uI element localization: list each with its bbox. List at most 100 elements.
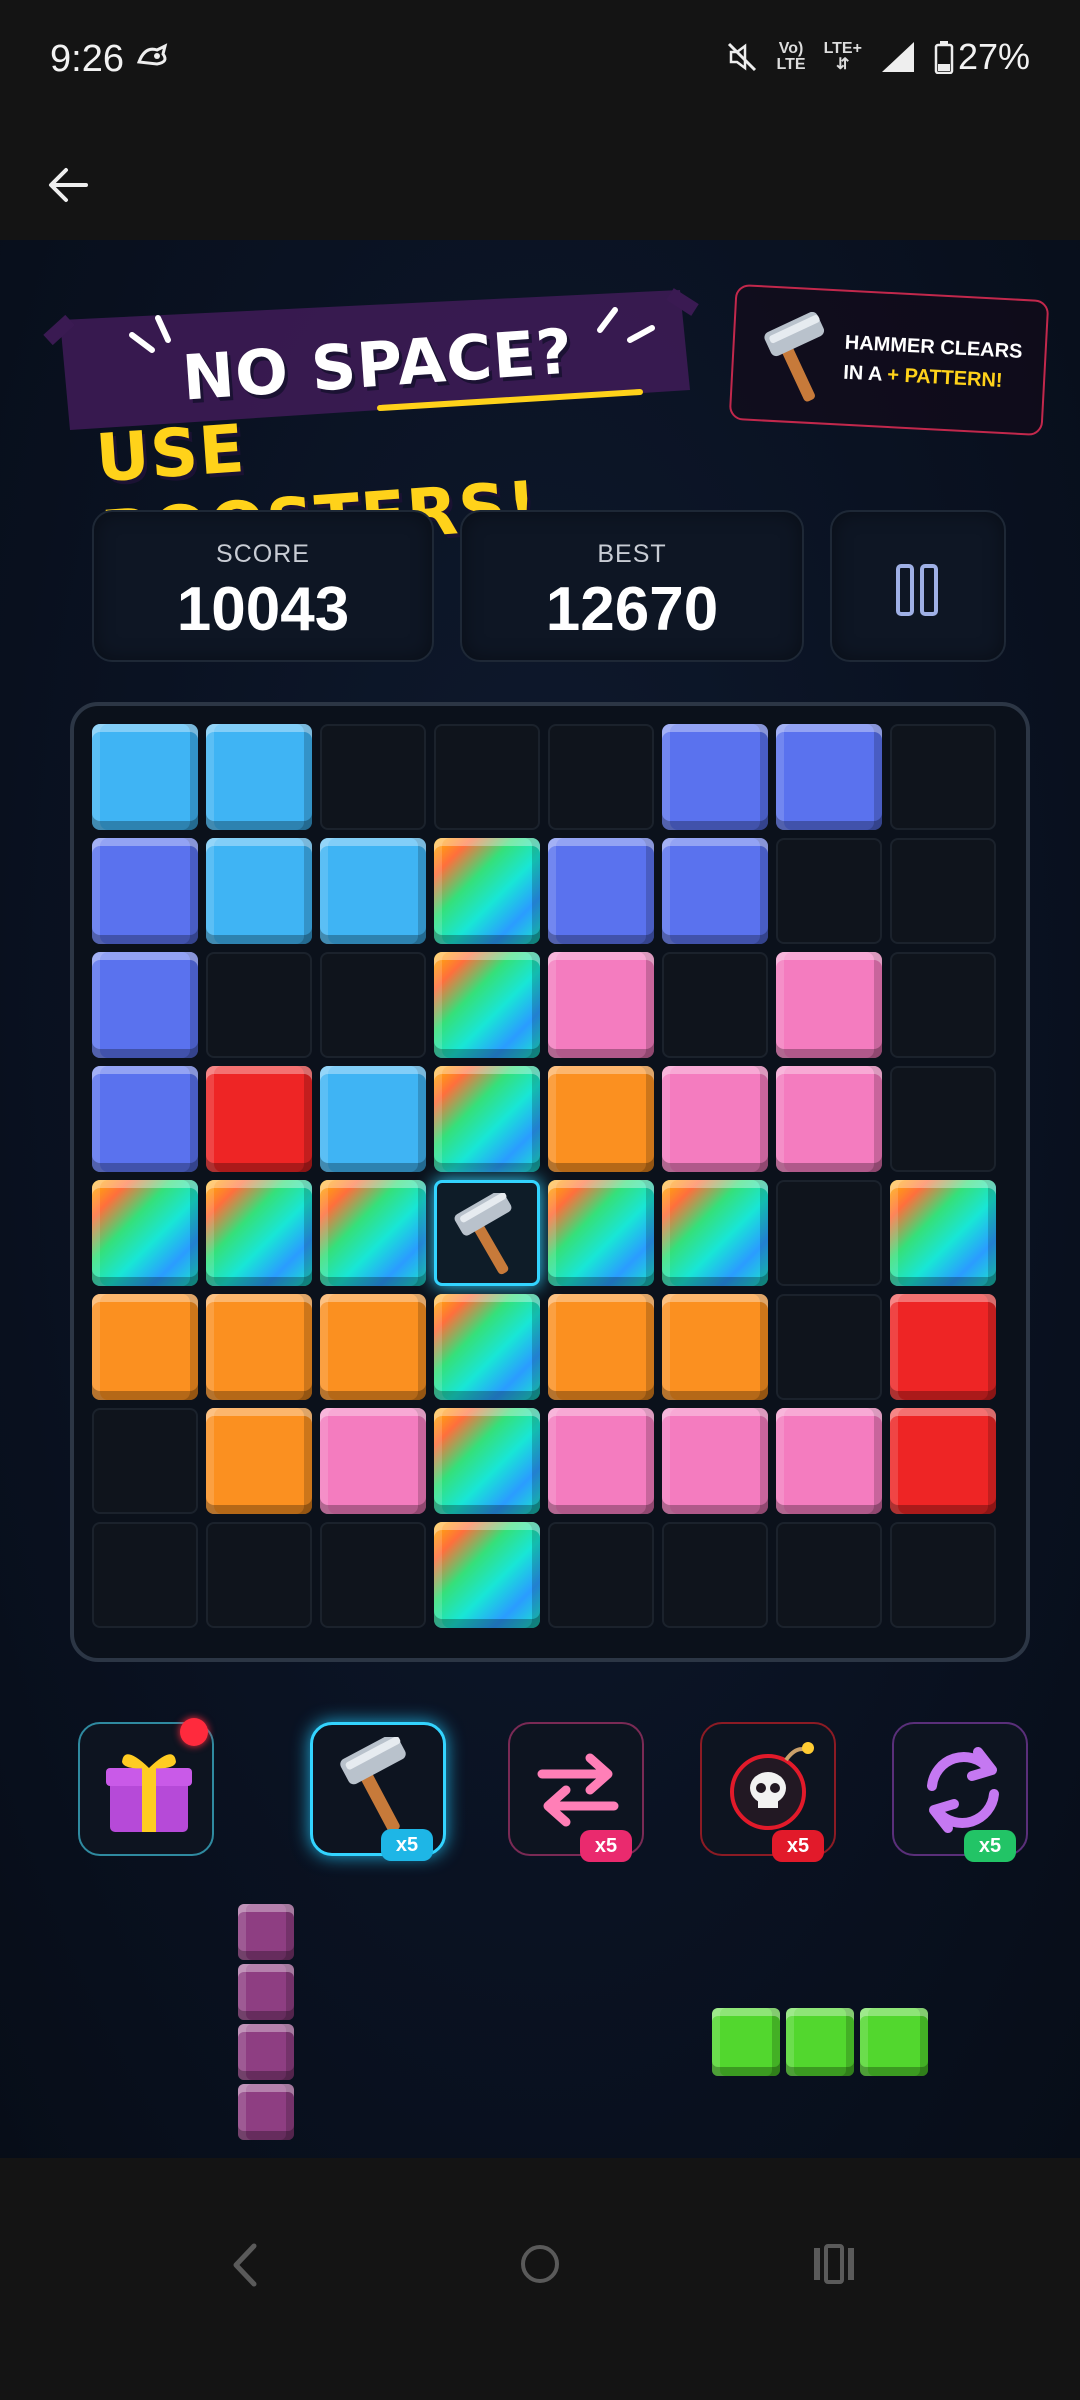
board-cell-empty[interactable] xyxy=(206,1522,312,1628)
board-cell-blue[interactable] xyxy=(92,1066,198,1172)
board-cell-empty[interactable] xyxy=(890,838,996,944)
board-cell-rainbow[interactable] xyxy=(320,1180,426,1286)
board-cell-orange[interactable] xyxy=(548,1066,654,1172)
board-cell-rainbow[interactable] xyxy=(434,1294,540,1400)
refresh-count-badge: x5 xyxy=(964,1830,1016,1862)
status-bar: 9:26 Vo) LTE LTE+ ⇵ 27% xyxy=(0,0,1080,125)
board-cell-pink[interactable] xyxy=(662,1066,768,1172)
board-cell-blue[interactable] xyxy=(92,952,198,1058)
board-cell-rainbow[interactable] xyxy=(434,838,540,944)
board-cell-rainbow[interactable] xyxy=(206,1180,312,1286)
board-cell-empty[interactable] xyxy=(890,1522,996,1628)
battery-indicator: 27% xyxy=(934,36,1030,78)
board-cell-blue[interactable] xyxy=(662,724,768,830)
skull-bomb-icon xyxy=(730,1742,814,1830)
swap-booster[interactable]: x5 xyxy=(508,1722,644,1862)
board-cell-empty[interactable] xyxy=(662,1522,768,1628)
board-cell-red[interactable] xyxy=(890,1408,996,1514)
promo-banner: NO SPACE? USE BOOSTERS! xyxy=(40,280,699,574)
gift-booster[interactable] xyxy=(78,1718,214,1856)
hammer-count-badge: x5 xyxy=(381,1829,433,1861)
board-cell-cyan[interactable] xyxy=(206,724,312,830)
board-cell-empty[interactable] xyxy=(890,952,996,1058)
board-cell-empty[interactable] xyxy=(776,1522,882,1628)
board-cell-rainbow[interactable] xyxy=(548,1180,654,1286)
nav-recents-icon[interactable] xyxy=(812,2244,856,2284)
board-cell-blue[interactable] xyxy=(548,838,654,944)
board-cell-pink[interactable] xyxy=(776,952,882,1058)
board-cell-orange[interactable] xyxy=(548,1294,654,1400)
piece-block xyxy=(786,2008,854,2076)
board-cell-pink[interactable] xyxy=(662,1408,768,1514)
score-card: SCORE 10043 xyxy=(92,510,434,662)
notification-app-icon xyxy=(136,43,168,66)
board-cell-pink[interactable] xyxy=(548,1408,654,1514)
best-value: 12670 xyxy=(545,575,719,644)
board-cell-rainbow[interactable] xyxy=(662,1180,768,1286)
board-cell-orange[interactable] xyxy=(206,1408,312,1514)
board-cell-orange[interactable] xyxy=(92,1294,198,1400)
tip-line-2-highlight: + PATTERN! xyxy=(886,363,1004,392)
board-cell-empty[interactable] xyxy=(320,1522,426,1628)
board-cell-empty[interactable] xyxy=(776,1180,882,1286)
board-cell-rainbow[interactable] xyxy=(434,952,540,1058)
hammer-icon xyxy=(340,1737,406,1833)
board-cell-cyan[interactable] xyxy=(320,838,426,944)
game-area: NO SPACE? USE BOOSTERS! HAMMER CLEARS IN… xyxy=(0,240,1080,2158)
game-board[interactable] xyxy=(70,702,1030,1662)
board-cell-pink[interactable] xyxy=(548,952,654,1058)
refresh-booster[interactable]: x5 xyxy=(892,1722,1028,1862)
bomb-booster[interactable]: x5 xyxy=(700,1722,836,1862)
board-cell-empty[interactable] xyxy=(890,724,996,830)
board-cell-empty[interactable] xyxy=(206,952,312,1058)
board-cell-cyan[interactable] xyxy=(206,838,312,944)
hammer-icon xyxy=(764,311,825,402)
board-cell-rainbow[interactable] xyxy=(890,1180,996,1286)
board-cell-empty[interactable] xyxy=(776,838,882,944)
best-label: BEST xyxy=(597,540,667,568)
board-cell-pink[interactable] xyxy=(776,1066,882,1172)
board-cell-blue[interactable] xyxy=(662,838,768,944)
board-cell-empty[interactable] xyxy=(320,952,426,1058)
volte-label: Vo) xyxy=(778,40,804,57)
battery-icon xyxy=(934,41,954,74)
board-cell-empty[interactable] xyxy=(890,1066,996,1172)
board-cell-blue[interactable] xyxy=(776,724,882,830)
data-arrows-icon: ⇵ xyxy=(836,56,850,73)
board-cell-blue[interactable] xyxy=(92,838,198,944)
board-cell-rainbow[interactable] xyxy=(92,1180,198,1286)
board-cell-empty[interactable] xyxy=(776,1294,882,1400)
board-cell-pink[interactable] xyxy=(320,1408,426,1514)
piece-block xyxy=(238,1904,294,1960)
board-cell-pink[interactable] xyxy=(776,1408,882,1514)
hammer-booster[interactable]: x5 xyxy=(310,1722,446,1861)
board-cell-empty[interactable] xyxy=(548,1522,654,1628)
board-cell-empty[interactable] xyxy=(92,1522,198,1628)
board-cell-red[interactable] xyxy=(890,1294,996,1400)
board-cell-rainbow[interactable] xyxy=(434,1522,540,1628)
nav-home-icon[interactable] xyxy=(518,2242,562,2286)
board-cell-empty[interactable] xyxy=(548,724,654,830)
board-cell-red[interactable] xyxy=(206,1066,312,1172)
board-cell-empty[interactable] xyxy=(92,1408,198,1514)
board-cell-cyan[interactable] xyxy=(320,1066,426,1172)
board-cell-orange[interactable] xyxy=(662,1294,768,1400)
tip-text: HAMMER CLEARS IN A + PATTERN! xyxy=(842,328,1023,397)
board-cell-empty[interactable] xyxy=(434,724,540,830)
board-cell-hammer-target[interactable] xyxy=(434,1180,540,1286)
volte-indicator: Vo) LTE xyxy=(777,41,806,73)
board-cell-orange[interactable] xyxy=(320,1294,426,1400)
signal-icon xyxy=(881,42,914,72)
back-arrow-icon[interactable] xyxy=(46,165,90,205)
board-cell-empty[interactable] xyxy=(320,724,426,830)
score-label: SCORE xyxy=(216,540,310,568)
board-cell-empty[interactable] xyxy=(662,952,768,1058)
pause-button[interactable] xyxy=(830,510,1006,662)
piece-block xyxy=(238,1964,294,2020)
board-cell-cyan[interactable] xyxy=(92,724,198,830)
nav-back-icon[interactable] xyxy=(228,2242,262,2288)
board-cell-rainbow[interactable] xyxy=(434,1408,540,1514)
hammer-icon xyxy=(454,1193,512,1275)
board-cell-rainbow[interactable] xyxy=(434,1066,540,1172)
board-cell-orange[interactable] xyxy=(206,1294,312,1400)
